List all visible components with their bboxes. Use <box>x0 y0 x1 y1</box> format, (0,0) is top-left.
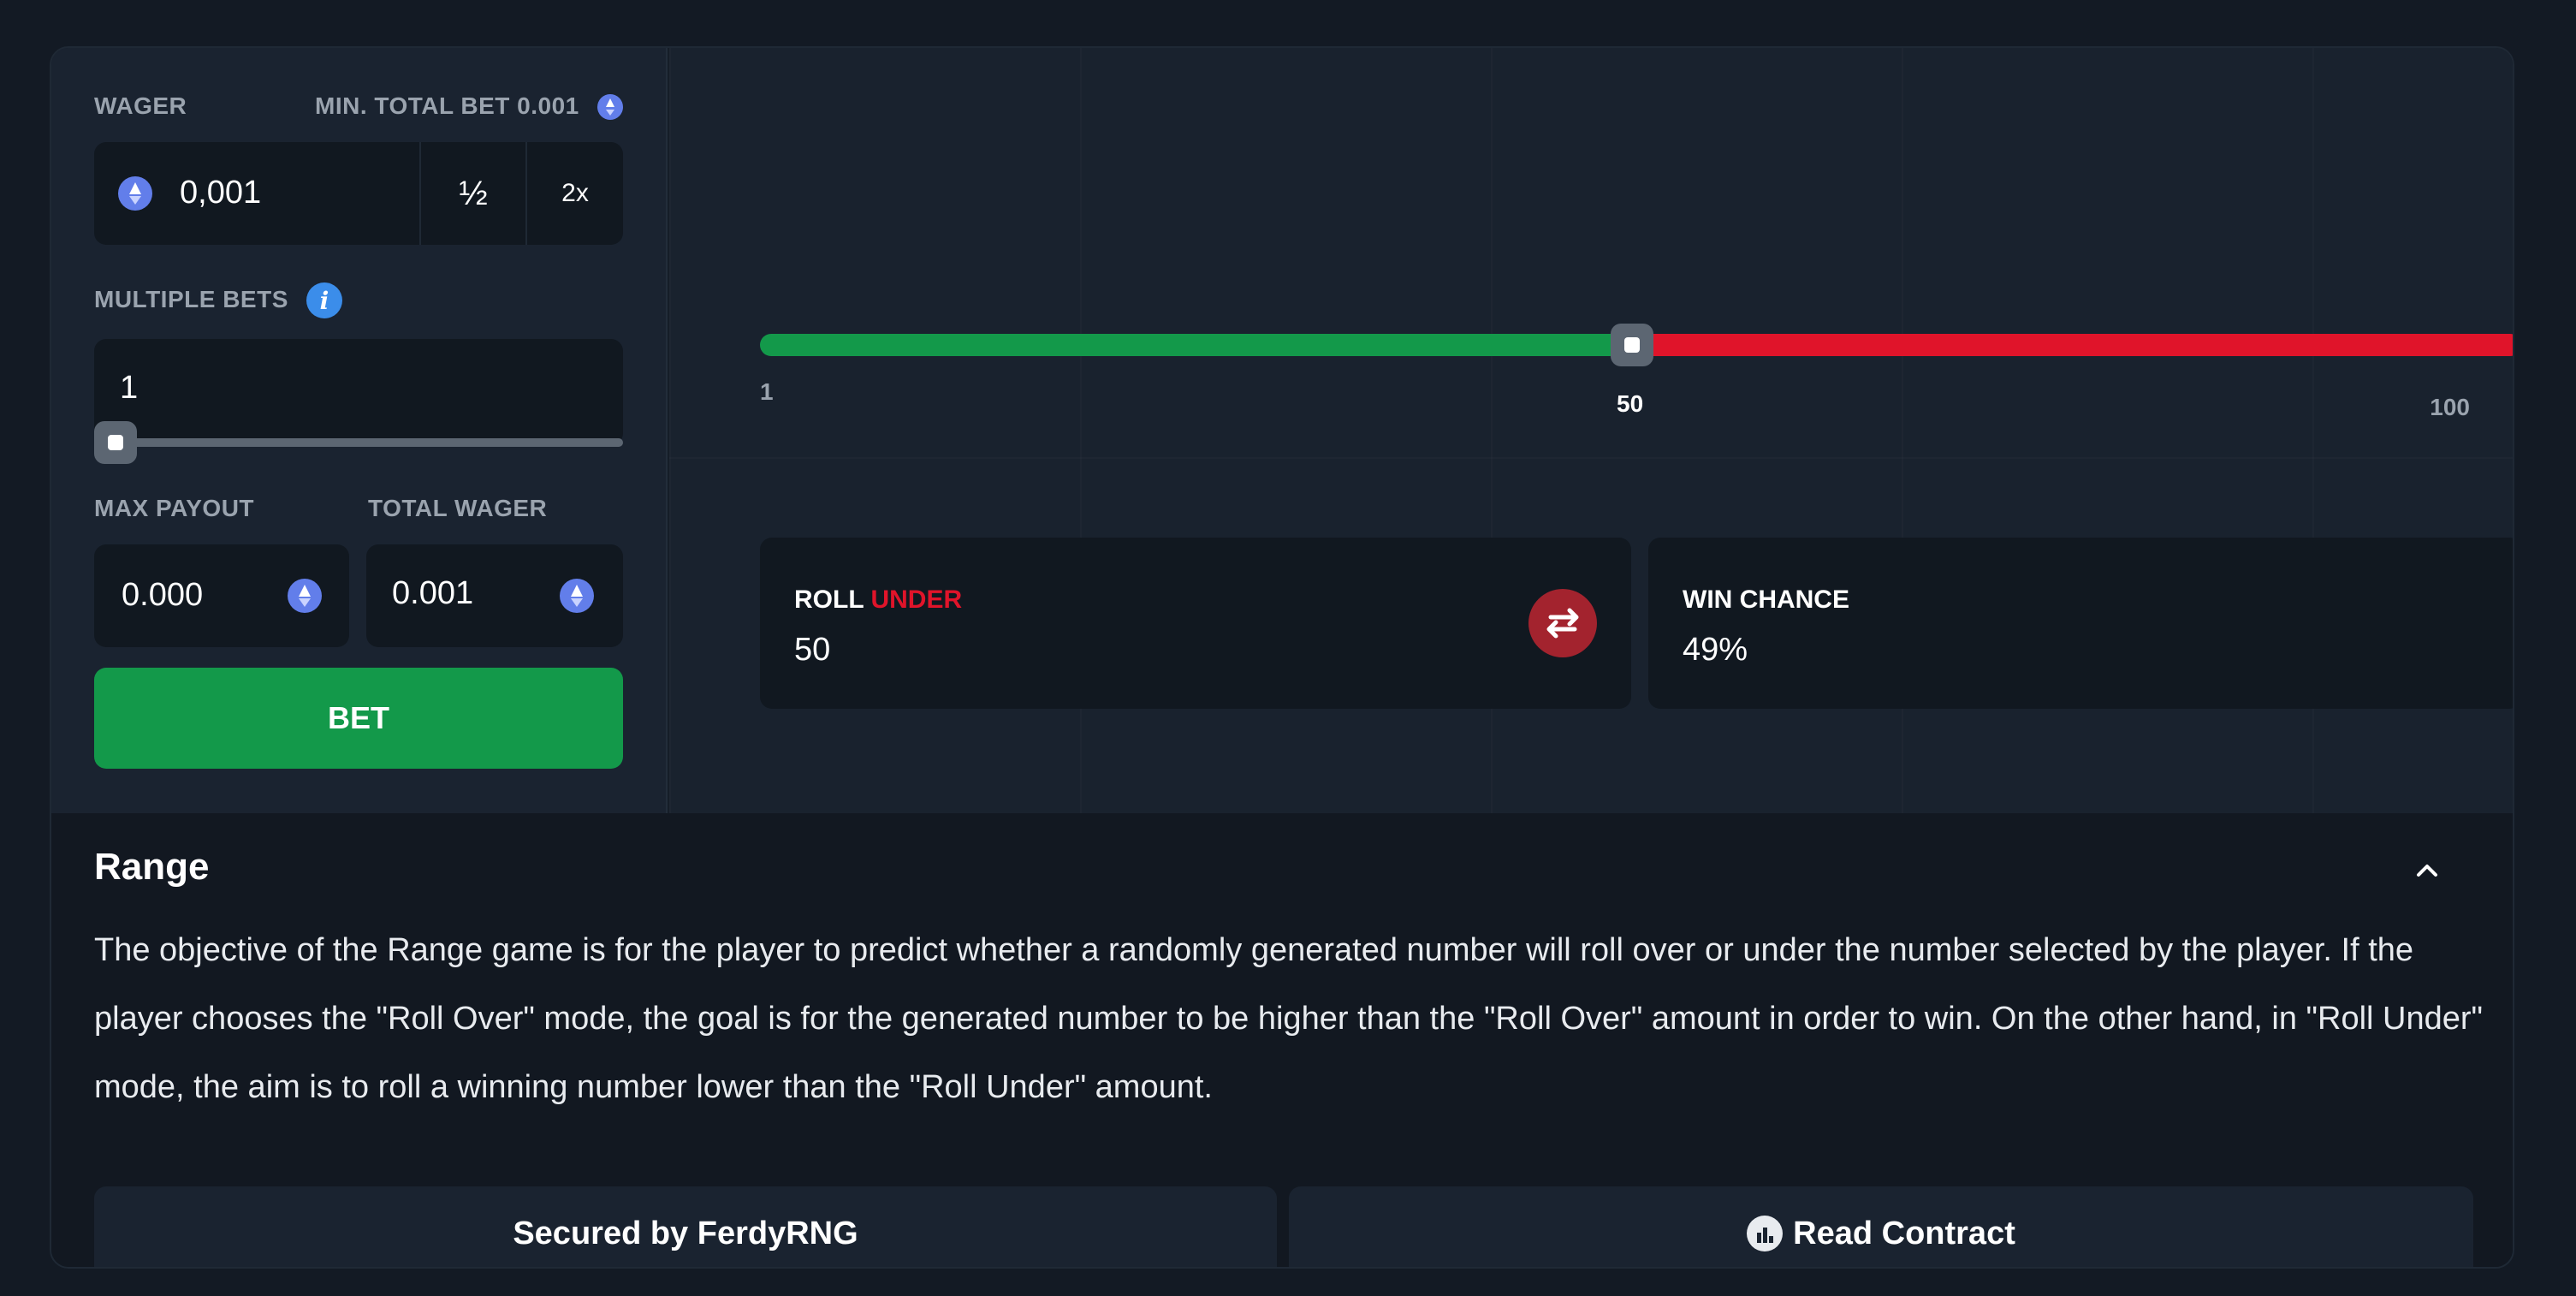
bet-controls-panel: WAGER MIN. TOTAL BET 0.001 0,001 ½ 2x MU… <box>51 48 668 813</box>
range-max-label: 100 <box>2430 394 2470 420</box>
multiple-bets-slider-handle[interactable] <box>94 421 137 464</box>
eth-icon <box>288 579 322 613</box>
max-payout-field: 0.000 <box>94 544 349 647</box>
wager-value[interactable]: 0,001 <box>180 175 261 211</box>
wager-label: WAGER <box>94 92 187 119</box>
half-wager-button[interactable]: ½ <box>421 142 525 245</box>
range-slider-handle[interactable] <box>1611 324 1653 366</box>
eth-icon <box>597 94 623 120</box>
total-wager-field: 0.001 <box>366 544 623 647</box>
roll-mode: UNDER <box>870 586 963 614</box>
multiple-bets-value[interactable]: 1 <box>120 370 138 407</box>
win-chance-value: 49% <box>1683 632 1748 668</box>
secured-by-button[interactable]: Secured by FerdyRNG <box>94 1186 1277 1267</box>
max-payout-label: MAX PAYOUT <box>94 495 255 521</box>
roll-prefix: ROLL <box>794 586 864 614</box>
multiple-bets-label: MULTIPLE BETS <box>94 286 288 312</box>
range-value-label: 50 <box>1617 390 1644 417</box>
eth-icon <box>118 176 152 211</box>
range-slider-over-zone <box>1632 334 2513 356</box>
section-title: Range <box>94 846 210 888</box>
range-game-panel: 1 50 100 ROLL UNDER 50 WIN CHANCE 49% <box>669 48 2513 813</box>
roll-under-card: ROLL UNDER 50 <box>760 538 1631 709</box>
total-wager-value: 0.001 <box>392 575 474 611</box>
bet-button[interactable]: BET <box>94 668 623 769</box>
double-wager-button[interactable]: 2x <box>527 142 623 245</box>
wager-input[interactable]: 0,001 ½ 2x <box>94 142 623 245</box>
game-description: The objective of the Range game is for t… <box>94 932 2484 1105</box>
roll-mode-title: ROLL UNDER <box>794 586 962 615</box>
win-chance-label: WIN CHANCE <box>1683 586 1849 614</box>
range-slider-under-zone <box>760 334 1632 356</box>
multiple-bets-slider-track[interactable] <box>94 438 623 447</box>
eth-icon <box>560 579 594 613</box>
read-contract-button[interactable]: Read Contract <box>1289 1186 2473 1267</box>
contract-chart-icon <box>1747 1216 1784 1251</box>
min-total-bet-label: MIN. TOTAL BET 0.001 <box>315 92 579 119</box>
max-payout-value: 0.000 <box>122 577 204 613</box>
swap-arrows-icon[interactable] <box>1528 589 1597 657</box>
total-wager-label: TOTAL WAGER <box>368 495 548 521</box>
read-contract-label: Read Contract <box>1793 1215 2015 1251</box>
range-min-label: 1 <box>760 378 774 405</box>
roll-value: 50 <box>794 632 831 668</box>
win-chance-card: WIN CHANCE 49% <box>1648 538 2513 709</box>
multiple-bets-input[interactable]: 1 <box>94 339 623 445</box>
info-icon[interactable]: i <box>306 282 342 318</box>
chevron-up-icon[interactable] <box>2410 853 2444 887</box>
game-frame: WAGER MIN. TOTAL BET 0.001 0,001 ½ 2x MU… <box>50 46 2514 1269</box>
